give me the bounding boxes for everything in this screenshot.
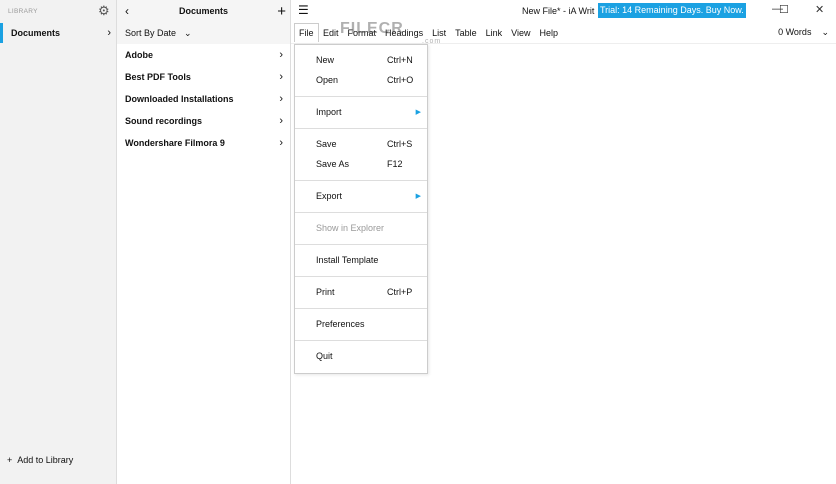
gear-icon[interactable]: ⚙ bbox=[98, 3, 110, 19]
new-file-plus-icon[interactable]: + bbox=[277, 3, 286, 20]
menu-item-print[interactable]: Print Ctrl+P bbox=[295, 282, 427, 302]
sort-label: Sort By Date bbox=[125, 28, 177, 38]
add-to-library-button[interactable]: + Add to Library bbox=[7, 455, 73, 465]
sidebar-item-documents[interactable]: Documents › bbox=[0, 23, 116, 43]
separator bbox=[295, 95, 427, 97]
folder-name: Sound recordings bbox=[125, 116, 203, 126]
label: Preferences bbox=[316, 319, 365, 329]
menu-item-install-template[interactable]: Install Template bbox=[295, 250, 427, 270]
separator bbox=[295, 243, 427, 245]
menu-list[interactable]: List bbox=[428, 28, 451, 38]
separator bbox=[295, 211, 427, 213]
chevron-right-icon: › bbox=[279, 49, 283, 61]
folder-name: Downloaded Installations bbox=[125, 94, 234, 104]
maximize-icon[interactable]: ☐ bbox=[779, 3, 789, 16]
folder-item[interactable]: Sound recordings › bbox=[117, 110, 290, 132]
sort-dropdown[interactable]: Sort By Date ⌄ bbox=[117, 22, 290, 44]
chevron-right-icon: › bbox=[279, 115, 283, 127]
label: New bbox=[316, 55, 335, 65]
hamburger-menu-icon[interactable]: ☰ bbox=[298, 3, 309, 17]
chevron-right-icon: › bbox=[279, 71, 283, 83]
menu-view[interactable]: View bbox=[507, 28, 535, 38]
separator bbox=[295, 339, 427, 341]
panel-title: Documents bbox=[178, 6, 228, 16]
folder-item[interactable]: Wondershare Filmora 9 › bbox=[117, 132, 290, 154]
chevron-down-icon: ⌄ bbox=[184, 27, 192, 38]
shortcut: Ctrl+N bbox=[387, 55, 413, 65]
label: Quit bbox=[316, 351, 333, 361]
menu-help[interactable]: Help bbox=[535, 28, 563, 38]
library-sidebar: LIBRARY ⚙ Documents › + Add to Library bbox=[0, 0, 117, 484]
folder-name: Wondershare Filmora 9 bbox=[125, 138, 225, 148]
label: Save bbox=[316, 139, 337, 149]
label: Show in Explorer bbox=[316, 223, 385, 233]
menu-item-save[interactable]: Save Ctrl+S bbox=[295, 134, 427, 154]
word-count-dropdown[interactable]: 0 Words ⌄ bbox=[778, 27, 829, 38]
panel-header: ‹ Documents + bbox=[117, 0, 290, 22]
label: Save As bbox=[316, 159, 350, 169]
menu-item-preferences[interactable]: Preferences bbox=[295, 314, 427, 334]
menu-table[interactable]: Table bbox=[451, 28, 482, 38]
chevron-right-icon: › bbox=[279, 137, 283, 149]
file-menu: New Ctrl+N Open Ctrl+O Import ▶ Save Ctrl+S … bbox=[294, 44, 428, 374]
close-icon[interactable]: ✕ bbox=[815, 3, 824, 16]
menu-item-export[interactable]: Export ▶ bbox=[295, 186, 427, 206]
shortcut: Ctrl+S bbox=[387, 139, 413, 149]
chevron-right-icon: › bbox=[107, 27, 111, 39]
watermark-logo: FILECR .com bbox=[340, 20, 442, 45]
menu-link[interactable]: Link bbox=[481, 28, 507, 38]
shortcut: Ctrl+O bbox=[387, 75, 414, 85]
menu-item-quit[interactable]: Quit bbox=[295, 346, 427, 366]
shortcut: F12 bbox=[387, 159, 403, 169]
shortcut: Ctrl+P bbox=[387, 287, 413, 297]
submenu-arrow-icon: ▶ bbox=[415, 193, 421, 200]
submenu-arrow-icon: ▶ bbox=[415, 109, 421, 116]
label: Import bbox=[316, 107, 342, 117]
menu-file[interactable]: File bbox=[294, 23, 319, 42]
separator bbox=[295, 179, 427, 181]
chevron-right-icon: › bbox=[279, 93, 283, 105]
plus-icon: + bbox=[7, 455, 13, 465]
label: Print bbox=[316, 287, 335, 297]
chevron-down-icon: ⌄ bbox=[821, 27, 829, 37]
label: Export bbox=[316, 191, 343, 201]
folder-item[interactable]: Adobe › bbox=[117, 44, 290, 66]
word-count: 0 Words bbox=[778, 27, 812, 37]
label: Install Template bbox=[316, 255, 379, 265]
library-label: LIBRARY bbox=[8, 8, 38, 15]
window-title: New File* - iA Writ bbox=[522, 6, 595, 16]
title-bar: ☰ New File* - iA Writ Trial: 14 Remainin… bbox=[291, 0, 836, 22]
trial-banner[interactable]: Trial: 14 Remaining Days. Buy Now. bbox=[598, 3, 746, 18]
menu-item-open[interactable]: Open Ctrl+O bbox=[295, 70, 427, 90]
document-list-panel: ‹ Documents + Sort By Date ⌄ Adobe › Best… bbox=[117, 0, 291, 484]
add-to-library-label: Add to Library bbox=[17, 455, 74, 465]
label: Open bbox=[316, 75, 339, 85]
folder-item[interactable]: Downloaded Installations › bbox=[117, 88, 290, 110]
menu-item-show-in-explorer: Show in Explorer bbox=[295, 218, 427, 238]
back-icon[interactable]: ‹ bbox=[125, 4, 129, 18]
menu-item-import[interactable]: Import ▶ bbox=[295, 102, 427, 122]
menu-item-new[interactable]: New Ctrl+N bbox=[295, 50, 427, 70]
menu-item-save-as[interactable]: Save As F12 bbox=[295, 154, 427, 174]
folder-name: Adobe bbox=[125, 50, 153, 60]
separator bbox=[295, 307, 427, 309]
folder-item[interactable]: Best PDF Tools › bbox=[117, 66, 290, 88]
sidebar-item-label: Documents bbox=[11, 28, 61, 38]
folder-name: Best PDF Tools bbox=[125, 72, 191, 82]
separator bbox=[295, 275, 427, 277]
separator bbox=[295, 127, 427, 129]
